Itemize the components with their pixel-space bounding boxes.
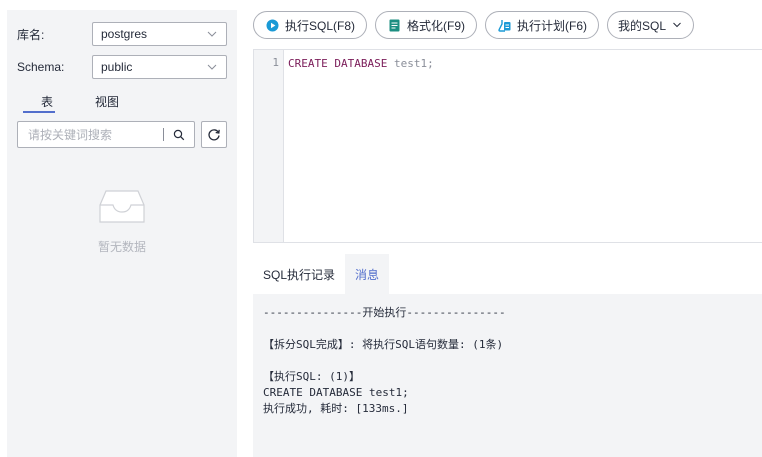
object-search	[17, 121, 195, 148]
keyword-create: CREATE	[288, 57, 328, 70]
database-select-value: postgres	[101, 27, 148, 41]
object-type-tabs: 表 视图	[17, 92, 227, 114]
execution-plan-button[interactable]: 执行计划(F6)	[485, 11, 600, 39]
tab-sql-history[interactable]: SQL执行记录	[253, 254, 345, 294]
search-button[interactable]	[164, 122, 194, 147]
chevron-down-icon	[207, 31, 217, 37]
my-sql-dropdown[interactable]: 我的SQL	[607, 11, 695, 39]
empty-text: 暂无数据	[97, 240, 146, 254]
output-line: ---------------开始执行---------------	[263, 306, 506, 319]
refresh-button[interactable]	[201, 121, 227, 148]
object-sidebar: 库名: postgres Schema: public 表 视图 暂无数据	[7, 10, 237, 457]
search-input[interactable]	[18, 127, 163, 142]
chevron-down-icon	[207, 64, 217, 70]
output-line: 【执行SQL: (1)】	[263, 370, 360, 383]
search-icon	[173, 129, 185, 140]
keyword-database: DATABASE	[334, 57, 388, 70]
line-number-gutter: 1	[254, 50, 284, 242]
output-line: 【拆分SQL完成】: 将执行SQL语句数量: (1条)	[263, 338, 504, 351]
output-line: CREATE DATABASE test1;	[263, 386, 409, 399]
format-label: 格式化(F9)	[407, 18, 466, 33]
result-tabs: SQL执行记录 消息	[253, 254, 390, 294]
tab-views[interactable]: 视图	[77, 92, 137, 114]
identifier-text: test1;	[393, 57, 434, 70]
refresh-icon	[208, 128, 220, 140]
play-circle-icon	[266, 19, 279, 31]
tab-tables[interactable]: 表	[17, 92, 77, 114]
database-select[interactable]: postgres	[92, 22, 227, 46]
database-label: 库名:	[17, 27, 45, 42]
sql-toolbar: 执行SQL(F8) 格式化(F9) 执行计划(F6) 我的SQL	[253, 11, 695, 39]
tab-messages[interactable]: 消息	[345, 254, 390, 294]
empty-state: 暂无数据	[7, 188, 237, 255]
empty-tray-icon	[99, 190, 145, 223]
output-line: 执行成功, 耗时: [133ms.]	[263, 402, 409, 415]
schema-select[interactable]: public	[92, 55, 227, 79]
format-doc-icon	[389, 19, 400, 31]
plan-icon	[498, 19, 511, 32]
code-area[interactable]: CREATE DATABASE test1;	[284, 50, 762, 242]
schema-row: Schema: public	[17, 55, 227, 79]
schema-select-value: public	[101, 60, 133, 74]
chevron-down-icon	[673, 22, 681, 28]
execute-sql-label: 执行SQL(F8)	[285, 18, 356, 33]
line-number: 1	[272, 56, 279, 69]
schema-label: Schema:	[17, 60, 65, 74]
sql-editor[interactable]: 1 CREATE DATABASE test1;	[253, 49, 762, 243]
my-sql-label: 我的SQL	[618, 18, 667, 33]
format-button[interactable]: 格式化(F9)	[375, 11, 478, 39]
message-output: ---------------开始执行--------------- 【拆分SQ…	[253, 294, 762, 457]
execution-plan-label: 执行计划(F6)	[517, 18, 588, 33]
database-row: 库名: postgres	[17, 22, 227, 46]
execute-sql-button[interactable]: 执行SQL(F8)	[253, 11, 368, 39]
